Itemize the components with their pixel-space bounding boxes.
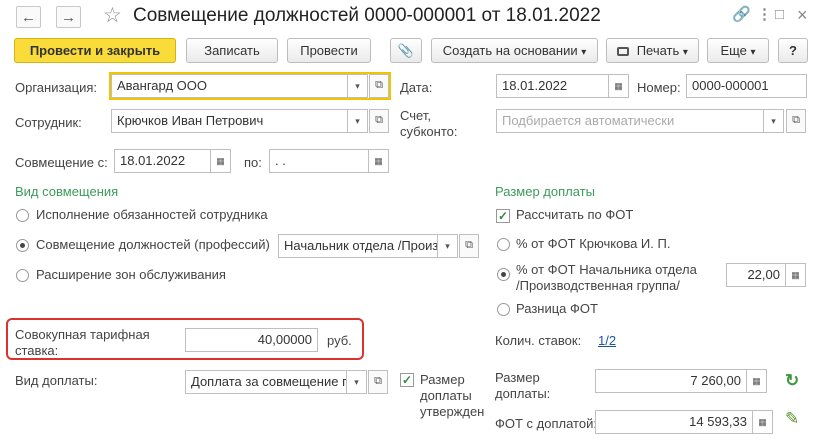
post-button[interactable]: Провести xyxy=(287,38,371,63)
calculator-icon[interactable]: ▦ xyxy=(786,263,806,287)
radio-expanding-zones[interactable] xyxy=(16,269,29,282)
page-title: Совмещение должностей 0000-000001 от 18.… xyxy=(133,5,601,26)
bonus-section-title: Размер доплаты xyxy=(495,184,595,199)
save-button[interactable]: Записать xyxy=(186,38,278,63)
organization-label: Организация: xyxy=(15,80,98,95)
calendar-icon[interactable]: ▦ xyxy=(211,149,231,173)
close-icon[interactable]: × xyxy=(797,5,808,25)
calc-by-fot-checkbox[interactable]: ✓ xyxy=(496,209,510,223)
organization-dropdown-chevron-icon[interactable]: ▾ xyxy=(348,74,368,98)
create-based-on-button[interactable]: Создать на основании ▾ xyxy=(431,38,598,63)
payment-type-input[interactable]: Доплата за совмещение г xyxy=(185,370,347,394)
bonus-amount-label-line2: доплаты: xyxy=(495,386,551,401)
link-icon[interactable]: 🔗 xyxy=(732,5,751,25)
print-label: Печать xyxy=(636,43,680,58)
total-rate-input[interactable]: 40,00000 xyxy=(185,328,318,352)
radio-fot-difference[interactable] xyxy=(497,303,510,316)
calculator-icon[interactable]: ▦ xyxy=(753,410,773,434)
account-input[interactable]: Подбирается автоматически xyxy=(496,109,764,133)
fot-with-bonus-label: ФОТ с доплатой: xyxy=(495,416,597,431)
print-button[interactable]: Печать ▾ xyxy=(606,38,699,63)
position-open-icon[interactable]: ⧉ xyxy=(459,234,479,258)
maximize-icon[interactable]: □ xyxy=(775,5,784,25)
organization-open-icon[interactable]: ⧉ xyxy=(369,74,389,98)
rates-count-label: Колич. ставок: xyxy=(495,333,582,348)
total-rate-unit: руб. xyxy=(327,333,352,348)
calendar-icon[interactable]: ▦ xyxy=(369,149,389,173)
account-dropdown-chevron-icon[interactable]: ▾ xyxy=(764,109,784,133)
bonus-amount-input[interactable]: 7 260,00 xyxy=(595,369,747,393)
position-input[interactable]: Начальник отдела /Произ xyxy=(278,234,438,258)
attach-paperclip-icon[interactable]: 📎 xyxy=(390,38,422,63)
employee-label: Сотрудник: xyxy=(15,115,82,130)
amount-approved-label-line1: Размер xyxy=(420,372,465,387)
calc-by-fot-label: Рассчитать по ФОТ xyxy=(516,207,634,222)
more-vertical-icon[interactable]: ⋮ xyxy=(757,5,772,25)
date-label: Дата: xyxy=(400,80,433,95)
radio-percent-employee-fot-label: % от ФОТ Крючкова И. П. xyxy=(516,236,671,251)
date-input[interactable]: 18.01.2022 xyxy=(496,74,609,98)
create-based-on-label: Создать на основании xyxy=(442,43,578,58)
payment-type-dropdown-chevron-icon[interactable]: ▾ xyxy=(347,370,367,394)
amount-approved-checkbox[interactable]: ✓ xyxy=(400,373,414,387)
payment-type-label: Вид доплаты: xyxy=(15,373,98,388)
radio-expanding-zones-label: Расширение зон обслуживания xyxy=(36,267,226,282)
radio-combining-positions-label: Совмещение должностей (профессий) xyxy=(36,237,270,252)
chevron-down-icon: ▾ xyxy=(581,47,587,58)
more-button[interactable]: Еще ▾ xyxy=(707,38,769,63)
account-open-icon[interactable]: ⧉ xyxy=(786,109,806,133)
combination-from-input[interactable]: 18.01.2022 xyxy=(114,149,211,173)
payment-type-open-icon[interactable]: ⧉ xyxy=(368,370,388,394)
combination-to-label: по: xyxy=(244,155,262,170)
calculator-icon[interactable]: ▦ xyxy=(747,369,767,393)
fot-with-bonus-input[interactable]: 14 593,33 xyxy=(595,410,753,434)
employee-open-icon[interactable]: ⧉ xyxy=(369,109,389,133)
radio-combining-positions[interactable] xyxy=(16,239,29,252)
account-label-line2: субконто: xyxy=(400,124,458,139)
printer-icon xyxy=(617,47,630,56)
combination-type-section-title: Вид совмещения xyxy=(15,184,119,199)
radio-percent-employee-fot[interactable] xyxy=(497,238,510,251)
radio-percent-head-fot[interactable] xyxy=(497,268,510,281)
chevron-down-icon: ▾ xyxy=(682,47,688,58)
radio-percent-head-fot-label: % от ФОТ Начальника отдела xyxy=(516,262,697,277)
combination-to-input[interactable]: . . xyxy=(269,149,369,173)
favorite-star-icon[interactable]: ☆ xyxy=(103,4,122,28)
back-button[interactable]: ← xyxy=(16,6,41,28)
more-label: Еще xyxy=(720,43,747,58)
position-dropdown-chevron-icon[interactable]: ▾ xyxy=(438,234,458,258)
post-and-close-button[interactable]: Провести и закрыть xyxy=(14,38,176,63)
amount-approved-label-line2: доплаты xyxy=(420,388,472,403)
calendar-icon[interactable]: ▦ xyxy=(609,74,629,98)
employee-dropdown-chevron-icon[interactable]: ▾ xyxy=(348,109,368,133)
combination-from-label: Совмещение с: xyxy=(15,155,108,170)
bonus-amount-label-line1: Размер xyxy=(495,370,540,385)
percent-input[interactable]: 22,00 xyxy=(726,263,786,287)
edit-pencil-icon[interactable]: ✎ xyxy=(785,409,799,429)
help-button[interactable]: ? xyxy=(778,38,808,63)
number-input[interactable]: 0000-000001 xyxy=(686,74,807,98)
organization-input[interactable]: Авангард ООО xyxy=(111,74,348,98)
radio-performing-duties-label: Исполнение обязанностей сотрудника xyxy=(36,207,268,222)
radio-percent-head-fot-label-line2: /Производственная группа/ xyxy=(516,278,680,293)
employee-input[interactable]: Крючков Иван Петрович xyxy=(111,109,348,133)
refresh-icon[interactable]: ↻ xyxy=(785,371,799,391)
radio-fot-difference-label: Разница ФОТ xyxy=(516,301,598,316)
radio-performing-duties[interactable] xyxy=(16,209,29,222)
total-rate-label-line1: Совокупная тарифная xyxy=(15,327,150,342)
total-rate-label-line2: ставка: xyxy=(15,343,59,358)
number-label: Номер: xyxy=(637,80,681,95)
forward-button[interactable]: → xyxy=(56,6,81,28)
amount-approved-label-line3: утвержден xyxy=(420,404,485,419)
account-label-line1: Счет, xyxy=(400,108,431,123)
rates-count-link[interactable]: 1/2 xyxy=(598,333,616,349)
chevron-down-icon: ▾ xyxy=(750,47,756,58)
